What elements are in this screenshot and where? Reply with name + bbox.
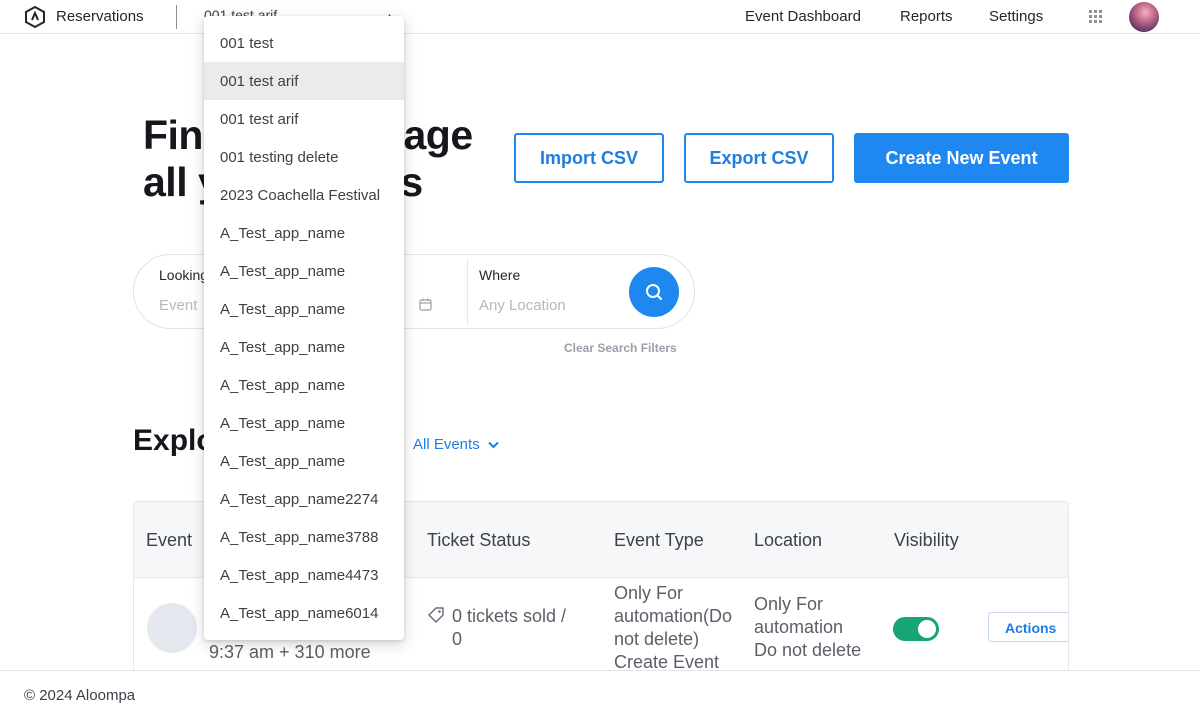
copyright-text: © 2024 Aloompa	[24, 687, 136, 704]
toggle-knob	[918, 620, 936, 638]
location-line-3: Do not delete	[754, 640, 862, 660]
dropdown-option[interactable]: A_Test_app_name	[204, 290, 404, 328]
dropdown-option[interactable]: 001 test arif	[204, 100, 404, 138]
event-search-input[interactable]: Event	[159, 297, 197, 314]
location-line-2: automation	[754, 617, 844, 637]
location-input[interactable]: Any Location	[479, 297, 566, 314]
dropdown-option[interactable]: A_Test_app_name	[204, 404, 404, 442]
calendar-icon[interactable]	[419, 298, 432, 311]
import-csv-button[interactable]: Import CSV	[514, 133, 664, 183]
column-header-event-type[interactable]: Event Type	[614, 530, 704, 551]
dropdown-option[interactable]: A_Test_app_name	[204, 252, 404, 290]
ticket-tag-icon	[428, 607, 444, 623]
column-header-ticket-status[interactable]: Ticket Status	[427, 530, 530, 551]
events-filter-dropdown[interactable]: All Events	[413, 436, 499, 453]
search-button[interactable]	[629, 267, 679, 317]
app-selector-dropdown: 001 test 001 test arif 001 test arif 001…	[204, 16, 404, 640]
dropdown-option[interactable]: A_Test_app_name	[204, 328, 404, 366]
tickets-sold-line-2: 0	[452, 629, 463, 649]
create-new-event-button[interactable]: Create New Event	[854, 133, 1069, 183]
nav-reports[interactable]: Reports	[900, 8, 953, 25]
column-header-visibility[interactable]: Visibility	[894, 530, 959, 551]
event-type-line-2: automation(Do	[614, 606, 733, 626]
dropdown-option-selected[interactable]: 001 test arif	[204, 62, 404, 100]
where-label: Where	[479, 267, 521, 283]
footer: © 2024 Aloompa	[0, 670, 1200, 720]
chevron-down-icon	[488, 441, 499, 449]
dropdown-option[interactable]: 2023 Coachella Festival	[204, 176, 404, 214]
events-filter-label: All Events	[413, 436, 480, 453]
dropdown-option[interactable]: A_Test_app_name2274	[204, 480, 404, 518]
apps-grid-icon[interactable]	[1089, 10, 1103, 24]
event-thumbnail	[147, 603, 197, 653]
clear-search-filters-link[interactable]: Clear Search Filters	[564, 341, 677, 355]
actions-button[interactable]: Actions	[988, 612, 1068, 642]
search-icon	[646, 284, 662, 300]
tickets-sold-line-1: 0 tickets sold /	[452, 606, 567, 626]
location-line-1: Only For	[754, 594, 824, 614]
dropdown-option[interactable]: A_Test_app_name	[204, 366, 404, 404]
event-date: 9:37 am + 310 more	[209, 642, 371, 662]
dropdown-option[interactable]: 001 test	[204, 24, 404, 62]
dropdown-option[interactable]: A_Test_app_name6014	[204, 594, 404, 632]
column-header-event[interactable]: Event	[146, 530, 192, 551]
avatar[interactable]	[1129, 2, 1159, 32]
export-csv-button[interactable]: Export CSV	[684, 133, 834, 183]
search-divider	[467, 259, 468, 326]
actions-label: Actions	[1005, 620, 1057, 636]
event-type-line-1: Only For	[614, 583, 684, 603]
dropdown-option[interactable]: A_Test_app_name	[204, 442, 404, 480]
nav-event-dashboard[interactable]: Event Dashboard	[745, 8, 861, 25]
event-type-line-3: not delete)	[614, 629, 700, 649]
nav-settings[interactable]: Settings	[989, 8, 1043, 25]
dropdown-option[interactable]: A_Test_app_name3788	[204, 518, 404, 556]
top-nav: Reservations 001 test arif ▲ Event Dashb…	[0, 0, 1200, 34]
visibility-toggle[interactable]	[893, 617, 939, 641]
dropdown-option[interactable]: 001 testing delete	[204, 138, 404, 176]
logo-icon[interactable]	[24, 6, 46, 28]
column-header-location[interactable]: Location	[754, 530, 822, 551]
dropdown-option[interactable]: A_Test_app_name4473	[204, 556, 404, 594]
dropdown-option[interactable]: A_Test_app_name	[204, 214, 404, 252]
nav-divider	[176, 5, 177, 29]
app-title: Reservations	[56, 8, 144, 25]
